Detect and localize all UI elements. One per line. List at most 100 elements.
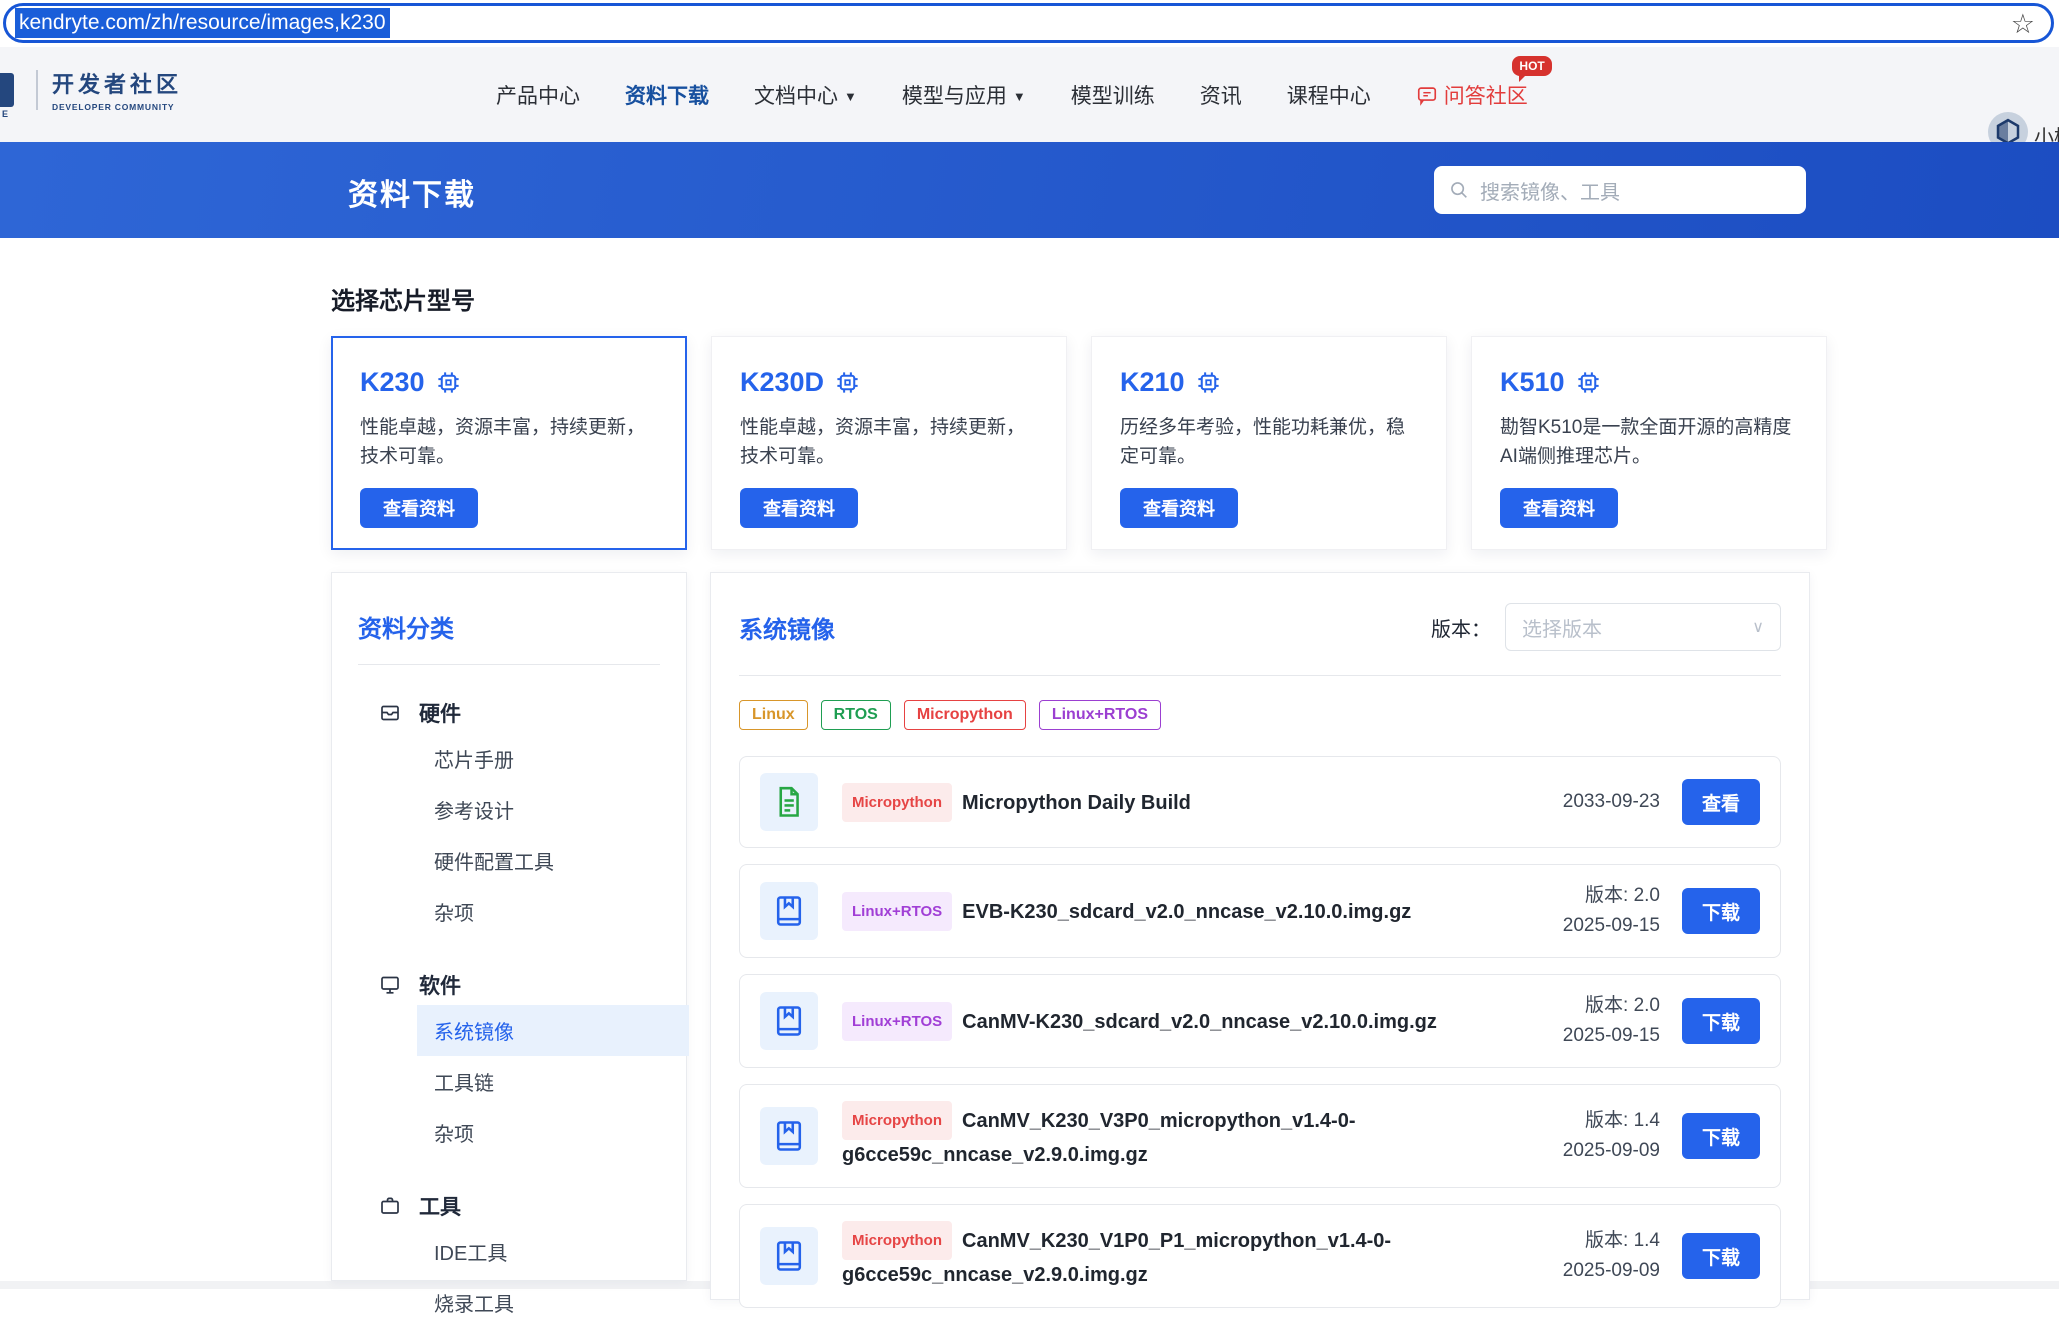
sidebar-group-header[interactable]: 软件	[358, 970, 660, 1000]
caret-down-icon: ▼	[1013, 89, 1026, 104]
chip-icon	[435, 369, 462, 396]
file-date: 2025-09-15	[1563, 911, 1660, 941]
filter-tag-RTOS[interactable]: RTOS	[821, 700, 891, 730]
sidebar-item-IDE工具[interactable]: IDE工具	[417, 1226, 689, 1277]
nav-item-label: 文档中心	[754, 80, 838, 110]
panel-title: 系统镜像	[739, 610, 835, 645]
nav-item-资讯[interactable]: 资讯 ▼	[1200, 80, 1242, 110]
file-version: 版本: 2.0	[1563, 881, 1660, 911]
bookmark-star-icon[interactable]: ☆	[2011, 8, 2035, 40]
chip-icon	[834, 369, 861, 396]
nav-item-产品中心[interactable]: 产品中心 ▼	[496, 80, 580, 110]
nav-item-问答社区[interactable]: 问答社区 ▼ HOT	[1416, 80, 1528, 110]
book-icon	[771, 893, 807, 929]
file-date: 2025-09-09	[1563, 1136, 1660, 1166]
chip-icon	[1195, 369, 1222, 396]
view-resources-button[interactable]: 查看资料	[360, 488, 478, 528]
file-date: 2025-09-15	[1563, 1021, 1660, 1051]
sidebar-item-烧录工具[interactable]: 烧录工具	[417, 1277, 689, 1328]
logo-mark-fragment: E	[0, 73, 14, 107]
view-resources-button[interactable]: 查看资料	[1120, 488, 1238, 528]
file-icon-box	[760, 992, 818, 1050]
sidebar-item-杂项[interactable]: 杂项	[417, 886, 689, 937]
logo-divider	[36, 70, 38, 110]
sidebar-item-参考设计[interactable]: 参考设计	[417, 784, 689, 835]
version-select[interactable]: 选择版本 ∨	[1505, 603, 1781, 651]
view-resources-button[interactable]: 查看资料	[1500, 488, 1618, 528]
chip-name: K210	[1120, 367, 1185, 398]
sidebar-group-label: 软件	[419, 970, 461, 1000]
nav-item-label: 模型训练	[1071, 80, 1155, 110]
sidebar-item-工具链[interactable]: 工具链	[417, 1056, 689, 1107]
sidebar-item-芯片手册[interactable]: 芯片手册	[417, 733, 689, 784]
sidebar-item-硬件配置工具[interactable]: 硬件配置工具	[417, 835, 689, 886]
nav-item-文档中心[interactable]: 文档中心 ▼	[754, 80, 857, 110]
sidebar-group-label: 硬件	[419, 698, 461, 728]
file-action-button[interactable]: 下载	[1682, 888, 1760, 934]
filter-tag-Micropython[interactable]: Micropython	[904, 700, 1026, 730]
sidebar-group-label: 工具	[419, 1191, 461, 1221]
file-meta: 版本: 1.4 2025-09-09	[1563, 1226, 1660, 1286]
url-bar[interactable]: kendryte.com/zh/resource/images,k230 ☆	[3, 3, 2054, 43]
nav-item-模型训练[interactable]: 模型训练 ▼	[1071, 80, 1155, 110]
chip-description: 历经多年考验，性能功耗兼优，稳定可靠。	[1120, 413, 1418, 471]
chip-card-K230D[interactable]: K230D 性能卓越，资源丰富，持续更新，技术可靠。 查看资料	[711, 336, 1067, 550]
url-selected-text[interactable]: kendryte.com/zh/resource/images,k230	[15, 8, 390, 38]
sidebar-group: 硬件 芯片手册参考设计硬件配置工具杂项	[358, 698, 660, 937]
monitor-icon	[378, 973, 402, 997]
file-date: 2025-09-09	[1563, 1256, 1660, 1286]
file-tag: Micropython	[842, 1101, 952, 1140]
chip-icon	[1575, 369, 1602, 396]
sidebar-item-系统镜像[interactable]: 系统镜像	[417, 1005, 689, 1056]
version-select-placeholder: 选择版本	[1522, 613, 1602, 642]
sidebar-group-header[interactable]: 工具	[358, 1191, 660, 1221]
file-row: Linux+RTOSCanMV-K230_sdcard_v2.0_nncase_…	[739, 974, 1781, 1068]
sidebar-divider	[358, 664, 660, 665]
sidebar-group: 工具 IDE工具烧录工具	[358, 1191, 660, 1328]
file-icon-box	[760, 1227, 818, 1285]
file-action-button[interactable]: 查看	[1682, 779, 1760, 825]
file-tag: Micropython	[842, 783, 952, 822]
chip-card-K230[interactable]: K230 性能卓越，资源丰富，持续更新，技术可靠。 查看资料	[331, 336, 687, 550]
file-icon-box	[760, 773, 818, 831]
search-placeholder: 搜索镜像、工具	[1480, 176, 1620, 205]
sidebar-group-header[interactable]: 硬件	[358, 698, 660, 728]
sidebar-item-杂项[interactable]: 杂项	[417, 1107, 689, 1158]
nav-item-资料下载[interactable]: 资料下载 ▼	[625, 80, 709, 110]
file-action-button[interactable]: 下载	[1682, 1113, 1760, 1159]
archive-icon	[378, 701, 402, 725]
file-action-button[interactable]: 下载	[1682, 998, 1760, 1044]
filter-tag-Linux[interactable]: Linux	[739, 700, 808, 730]
file-version: 版本: 1.4	[1563, 1106, 1660, 1136]
chip-card-K210[interactable]: K210 历经多年考验，性能功耗兼优，稳定可靠。 查看资料	[1091, 336, 1447, 550]
file-meta: 版本: 1.4 2025-09-09	[1563, 1106, 1660, 1166]
nav-item-课程中心[interactable]: 课程中心 ▼	[1287, 80, 1371, 110]
images-panel: 系统镜像 版本： 选择版本 ∨ LinuxRTOSMicropythonLinu…	[710, 572, 1810, 1300]
chip-cards: K230 性能卓越，资源丰富，持续更新，技术可靠。 查看资料 K230D 性能卓…	[331, 336, 1827, 550]
chip-name: K230D	[740, 367, 824, 398]
chip-card-K510[interactable]: K510 勘智K510是一款全面开源的高精度AI端侧推理芯片。 查看资料	[1471, 336, 1827, 550]
sidebar-group: 软件 系统镜像工具链杂项	[358, 970, 660, 1158]
file-version: 版本: 1.4	[1563, 1226, 1660, 1256]
search-input[interactable]: 搜索镜像、工具	[1434, 166, 1806, 214]
file-icon-box	[760, 882, 818, 940]
file-action-button[interactable]: 下载	[1682, 1233, 1760, 1279]
nav-item-模型与应用[interactable]: 模型与应用 ▼	[902, 80, 1026, 110]
filter-tags: Linux RTOS Micropython Linux+RTOS	[739, 700, 1781, 730]
view-resources-button[interactable]: 查看资料	[740, 488, 858, 528]
chip-name: K510	[1500, 367, 1565, 398]
category-sidebar: 资料分类 硬件 芯片手册参考设计硬件配置工具杂项	[331, 572, 687, 1281]
file-icon-box	[760, 1107, 818, 1165]
file-meta: 2033-09-23	[1563, 787, 1660, 817]
filter-tag-Linux+RTOS[interactable]: Linux+RTOS	[1039, 700, 1161, 730]
nav-item-label: 课程中心	[1287, 80, 1371, 110]
nav-item-label: 资料下载	[625, 80, 709, 110]
nav-item-label: 资讯	[1200, 80, 1242, 110]
file-meta: 版本: 2.0 2025-09-15	[1563, 881, 1660, 941]
file-title: EVB-K230_sdcard_v2.0_nncase_v2.10.0.img.…	[962, 901, 1411, 923]
site-logo[interactable]: E 开发者社区 DEVELOPER COMMUNITY	[0, 67, 182, 112]
file-date: 2033-09-23	[1563, 787, 1660, 817]
chevron-down-icon: ∨	[1752, 617, 1764, 637]
file-row: Linux+RTOSEVB-K230_sdcard_v2.0_nncase_v2…	[739, 864, 1781, 958]
book-icon	[771, 1238, 807, 1274]
